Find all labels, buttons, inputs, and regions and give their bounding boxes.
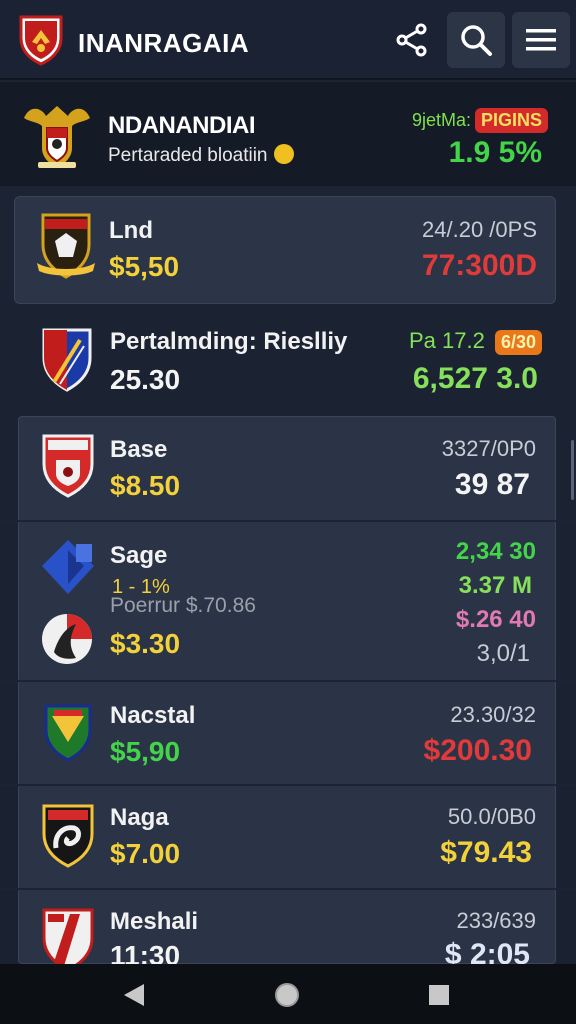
team-crest-icon [42, 328, 92, 392]
item-value: $ 2:05 [444, 938, 530, 964]
app-title: INANRAGAIA [78, 28, 250, 58]
item-price: $5,90 [110, 736, 181, 767]
featured-name: NDANANDIAI [108, 112, 256, 139]
share-icon[interactable] [392, 20, 432, 60]
item-name: Lnd [109, 217, 153, 244]
top-app-bar: INANRAGAIA [0, 0, 576, 80]
item-value-4: 3,0/1 [476, 640, 530, 667]
featured-tag-badge: PIGINS [475, 108, 549, 133]
system-nav-bar [0, 964, 576, 1024]
featured-percent: 1.9 5% [448, 136, 542, 169]
search-button[interactable] [447, 12, 505, 68]
item-meta-badge: 6/30 [494, 330, 542, 355]
app-root: INANRAGAIA NDANANDIAI Pertaraded bloatii… [0, 0, 576, 1024]
list-item-base[interactable]: Base $8.50 3327/0P0 39 87 [0, 420, 576, 522]
blue-diamond-icon [42, 540, 94, 594]
item-name: Pertalmding: Rieslliy [110, 328, 348, 355]
team-crest-icon [42, 908, 94, 964]
item-price: $8.50 [110, 470, 181, 501]
home-circle-icon[interactable] [274, 982, 300, 1008]
recents-square-icon[interactable] [428, 984, 450, 1006]
list-item-meshali[interactable]: Meshali 11:30 233/639 $ 2:05 [0, 892, 576, 964]
team-crest-icon [42, 614, 92, 664]
item-price: 11:30 [110, 940, 181, 964]
list-item-lnd[interactable]: Lnd $5,50 24/.20 /0PS 77:300D [14, 196, 556, 304]
item-value-2: 3.37 M [458, 572, 532, 599]
team-crest-icon [37, 213, 95, 279]
item-meta-prefix: Pa 17.2 [408, 328, 485, 353]
app-logo-shield-icon[interactable] [18, 14, 64, 66]
item-value: $200.30 [423, 734, 532, 767]
item-meta: 23.30/32 [450, 702, 536, 727]
item-subline-b: Poerrur $.70.86 [110, 594, 256, 617]
scrollbar[interactable] [571, 440, 574, 500]
smiley-icon [273, 144, 294, 164]
list-item-naga[interactable]: Naga $7.00 50.0/0B0 $79.43 [0, 788, 576, 890]
item-value: $79.43 [440, 836, 532, 869]
featured-tag-prefix: 9jetMa: [412, 110, 472, 130]
item-value-3: $.26 40 [455, 606, 536, 633]
item-name: Nacstal [110, 702, 196, 729]
featured-subtitle-text: Pertaraded bloatiin [108, 145, 268, 166]
featured-header[interactable]: NDANANDIAI Pertaraded bloatiin 9jetMa: PI… [0, 82, 576, 186]
hamburger-menu-icon [526, 29, 556, 51]
item-meta: 24/.20 /0PS [422, 217, 537, 242]
item-meta: 3327/0P0 [441, 436, 536, 461]
item-name: Sage [110, 542, 168, 569]
team-crest-icon [42, 804, 94, 868]
item-name: Base [110, 436, 168, 463]
team-crest-icon [42, 434, 94, 498]
item-value-1: 2,34 30 [455, 538, 536, 565]
item-meta: Pa 17.2 6/30 [409, 328, 542, 355]
garuda-emblem-icon [24, 106, 90, 168]
menu-button[interactable] [512, 12, 570, 68]
featured-tag: 9jetMa: PIGINS [412, 108, 549, 133]
item-meta: 50.0/0B0 [447, 804, 536, 829]
item-price: 25.30 [110, 364, 181, 395]
item-value: 6,527 3.0 [412, 362, 538, 395]
item-meta: 233/639 [456, 908, 536, 933]
search-icon [461, 25, 492, 56]
list-item-sage[interactable]: Sage 1 - 1% Poerrur $.70.86 $3.30 2,34 3… [0, 524, 576, 682]
featured-subtitle: Pertaraded bloatiin [108, 144, 294, 167]
item-price: $5,50 [109, 251, 180, 282]
item-price: $7.00 [110, 838, 181, 869]
team-crest-icon [44, 704, 92, 762]
list-item-pertalmding[interactable]: Pertalmding: Rieslliy 25.30 Pa 17.2 6/30… [0, 316, 576, 408]
item-name: Naga [110, 804, 169, 831]
item-price: $3.30 [110, 628, 181, 659]
item-value: 39 87 [454, 468, 530, 501]
back-triangle-icon[interactable] [122, 982, 146, 1008]
list-item-nacstal[interactable]: Nacstal $5,90 23.30/32 $200.30 [0, 684, 576, 786]
item-name: Meshali [110, 908, 199, 935]
item-value: 77:300D [421, 249, 537, 282]
